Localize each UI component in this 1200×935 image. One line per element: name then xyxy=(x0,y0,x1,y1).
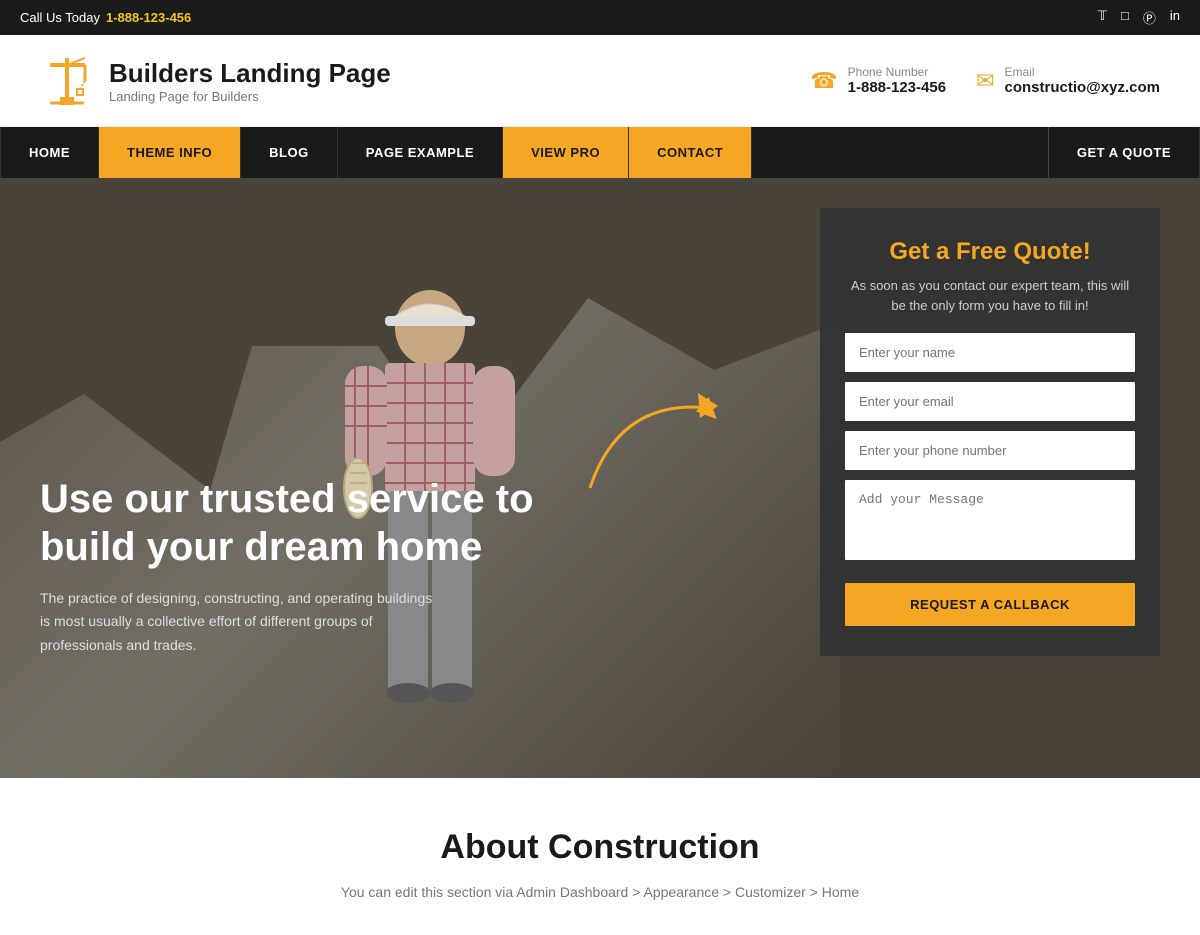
form-subtitle: As soon as you contact our expert team, … xyxy=(845,276,1135,315)
site-title: Builders Landing Page xyxy=(109,58,391,89)
quote-form: Get a Free Quote! As soon as you contact… xyxy=(820,208,1160,656)
about-section: About Construction You can edit this sec… xyxy=(0,778,1200,935)
top-bar-left: Call Us Today 1-888-123-456 xyxy=(20,10,191,25)
phone-detail: Phone Number 1-888-123-456 xyxy=(848,65,946,97)
nav-theme-info[interactable]: THEME INFO xyxy=(99,127,241,178)
phone-number: 1-888-123-456 xyxy=(848,79,946,96)
about-description: You can edit this section via Admin Dash… xyxy=(250,881,950,905)
name-input[interactable] xyxy=(845,333,1135,372)
site-header: Builders Landing Page Landing Page for B… xyxy=(0,35,1200,127)
hero-heading: Use our trusted service to build your dr… xyxy=(40,475,560,571)
nav-view-pro[interactable]: VIEW PRO xyxy=(503,127,629,178)
nav-page-example[interactable]: PAGE EXAMPLE xyxy=(338,127,503,178)
callback-button[interactable]: REQUEST A CALLBACK xyxy=(845,583,1135,626)
nav-home[interactable]: HOME xyxy=(0,127,99,178)
email-address: constructio@xyz.com xyxy=(1005,79,1161,96)
instagram-icon[interactable]: □ xyxy=(1121,8,1129,27)
phone-icon: ☎ xyxy=(810,68,837,94)
header-contacts: ☎ Phone Number 1-888-123-456 ✉ Email con… xyxy=(810,65,1160,97)
email-icon: ✉ xyxy=(976,68,994,94)
email-input[interactable] xyxy=(845,382,1135,421)
call-label: Call Us Today xyxy=(20,10,100,25)
header-phone: ☎ Phone Number 1-888-123-456 xyxy=(810,65,946,97)
hero-section: Use our trusted service to build your dr… xyxy=(0,178,1200,778)
form-title: Get a Free Quote! xyxy=(845,238,1135,266)
hero-arrow xyxy=(580,378,720,503)
topbar-phone: 1-888-123-456 xyxy=(106,10,191,25)
message-input[interactable] xyxy=(845,480,1135,560)
linkedin-icon[interactable]: in xyxy=(1170,8,1180,27)
phone-input[interactable] xyxy=(845,431,1135,470)
about-heading: About Construction xyxy=(40,828,1160,867)
social-links:  𝕋 □ Ⓟ in xyxy=(1084,8,1180,27)
hero-content: Use our trusted service to build your dr… xyxy=(40,475,560,658)
hero-description: The practice of designing, constructing,… xyxy=(40,587,440,658)
nav-get-quote[interactable]: GET A QUOTE xyxy=(1048,127,1200,178)
logo-text: Builders Landing Page Landing Page for B… xyxy=(109,58,391,104)
logo-area: Builders Landing Page Landing Page for B… xyxy=(40,53,391,108)
nav-blog[interactable]: BLOG xyxy=(241,127,338,178)
twitter-icon[interactable]: 𝕋 xyxy=(1098,8,1107,27)
email-detail: Email constructio@xyz.com xyxy=(1005,65,1161,97)
email-label: Email xyxy=(1005,65,1161,79)
pinterest-icon[interactable]: Ⓟ xyxy=(1143,8,1156,27)
phone-label: Phone Number xyxy=(848,65,946,79)
site-tagline: Landing Page for Builders xyxy=(109,89,391,104)
logo-icon xyxy=(40,53,95,108)
top-bar: Call Us Today 1-888-123-456  𝕋 □ Ⓟ in xyxy=(0,0,1200,35)
header-email: ✉ Email constructio@xyz.com xyxy=(976,65,1160,97)
navbar: HOME THEME INFO BLOG PAGE EXAMPLE VIEW P… xyxy=(0,127,1200,178)
nav-contact[interactable]: CONTACT xyxy=(629,127,752,178)
